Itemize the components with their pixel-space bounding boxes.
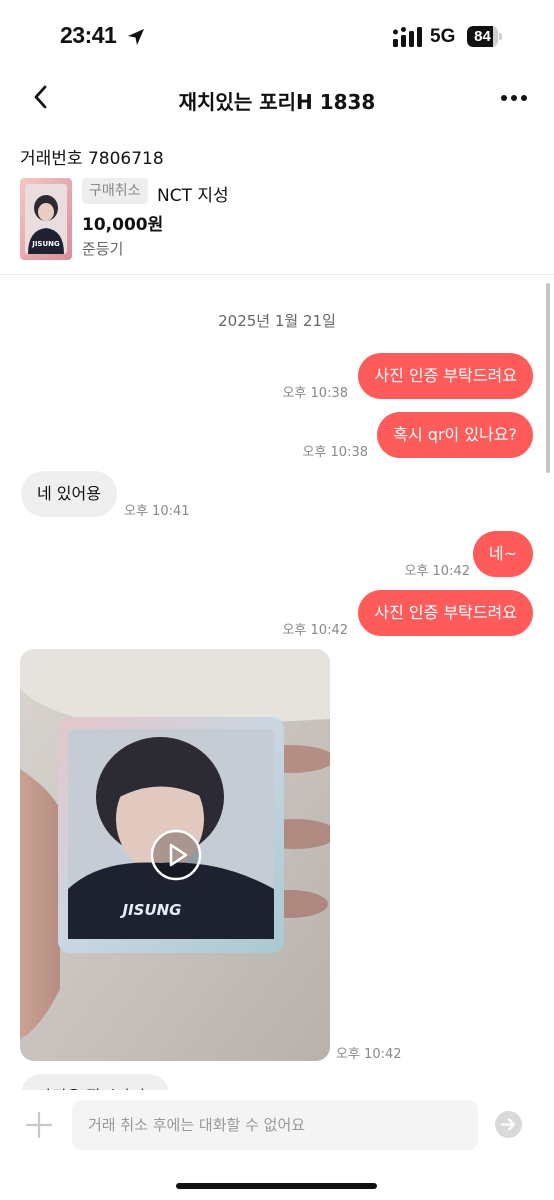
network-type: 5G xyxy=(430,26,456,47)
location-arrow-icon xyxy=(128,29,144,45)
more-horizontal-icon xyxy=(501,95,527,101)
attach-button[interactable] xyxy=(24,1110,54,1140)
product-price: 10,000원 xyxy=(82,215,164,235)
incoming-message[interactable]: 네 있어용 xyxy=(21,471,117,517)
plus-icon xyxy=(25,1111,53,1139)
status-time: 23:41 xyxy=(60,22,117,48)
message-timestamp: 오후 10:42 xyxy=(404,564,470,579)
product-thumbnail[interactable]: JISUNG xyxy=(20,178,72,260)
date-divider: 2025년 1월 21일 xyxy=(218,312,336,330)
message-timestamp: 오후 10:38 xyxy=(302,445,368,460)
scrollbar[interactable] xyxy=(546,283,550,473)
outgoing-message[interactable]: 사진 인증 부탁드려요 xyxy=(358,353,533,399)
status-badge: 구매취소 xyxy=(82,178,148,204)
more-options-button[interactable] xyxy=(494,84,534,112)
outgoing-message[interactable]: 네~ xyxy=(472,531,533,577)
message-timestamp: 오후 10:42 xyxy=(336,1047,402,1062)
svg-text:JISUNG: JISUNG xyxy=(31,240,60,248)
home-indicator xyxy=(176,1183,377,1189)
message-timestamp: 오후 10:38 xyxy=(282,386,348,401)
message-input[interactable]: 거래 취소 후에는 대화할 수 없어요 xyxy=(72,1100,478,1150)
send-button[interactable] xyxy=(495,1111,522,1138)
battery-icon: 84 xyxy=(467,26,505,47)
play-button[interactable] xyxy=(150,829,202,881)
message-timestamp: 오후 10:41 xyxy=(124,504,190,519)
divider xyxy=(0,274,554,275)
signal-bars-icon xyxy=(393,27,422,47)
chat-partner-name: 재치있는 포리H 1838 xyxy=(178,90,376,114)
svg-text:JISUNG: JISUNG xyxy=(119,901,181,919)
outgoing-message[interactable]: 혹시 qr이 있나요? xyxy=(377,412,533,458)
product-name: NCT 지성 xyxy=(157,186,229,206)
outgoing-message[interactable]: 사진 인증 부탁드려요 xyxy=(358,590,533,636)
battery-level: 84 xyxy=(474,28,491,45)
message-timestamp: 오후 10:42 xyxy=(282,623,348,638)
shipping-method: 준등기 xyxy=(82,240,124,258)
trade-number: 거래번호 7806718 xyxy=(20,149,164,169)
